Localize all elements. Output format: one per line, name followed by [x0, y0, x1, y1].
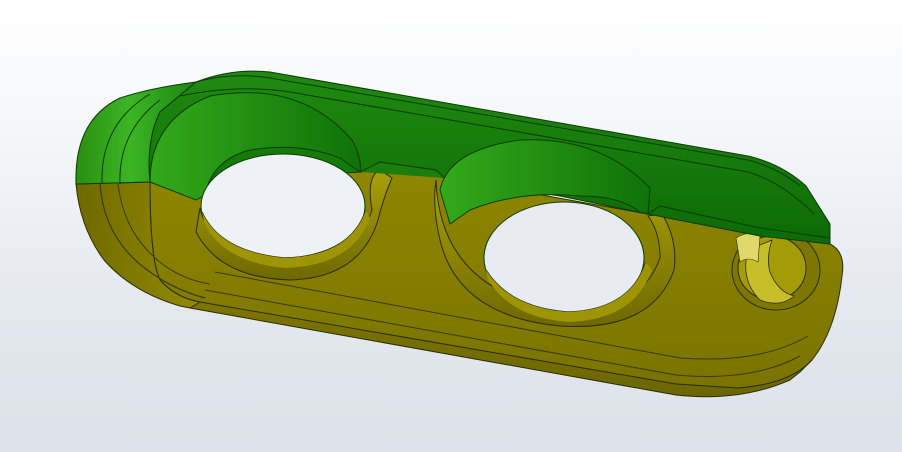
- small-hole[interactable]: [731, 229, 821, 311]
- small-hole-slot: [735, 233, 761, 263]
- clamp-3d-model[interactable]: [0, 0, 902, 452]
- cad-viewport[interactable]: [0, 0, 902, 452]
